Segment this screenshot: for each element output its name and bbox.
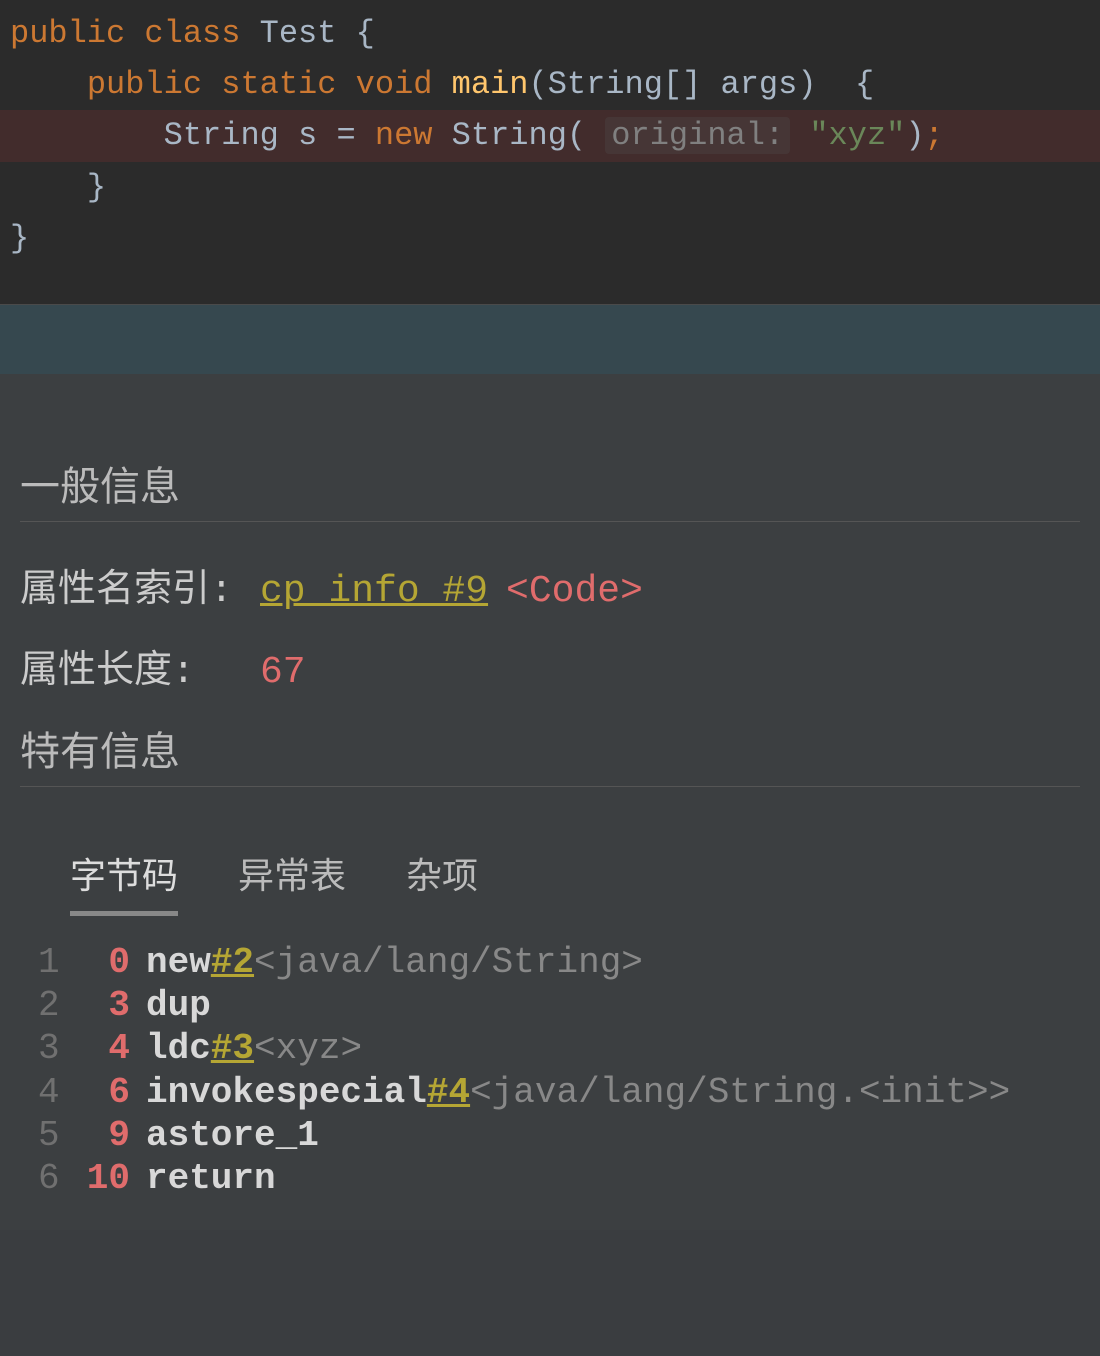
attr-length-value: 67 <box>260 651 306 694</box>
param-hint: original: <box>605 117 790 154</box>
tab-exception-table[interactable]: 异常表 <box>238 847 346 916</box>
bytecode-row[interactable]: 34ldc #3 <xyz> <box>20 1027 1080 1070</box>
attr-name-index-row: 属性名索引: cp_info #9 <Code> <box>20 557 1080 613</box>
cp-ref-link[interactable]: #3 <box>211 1027 254 1070</box>
divider-bar <box>0 304 1100 374</box>
cp-ref-link[interactable]: #2 <box>211 941 254 984</box>
code-line-3: String s = new String( original: "xyz"); <box>0 110 1100 161</box>
tabs: 字节码 异常表 杂项 <box>20 847 1080 916</box>
bytecode-list: 10new #2 <java/lang/String> 23dup 34ldc … <box>20 941 1080 1200</box>
specific-info-header: 特有信息 <box>20 719 1080 787</box>
code-tag: <Code> <box>506 570 643 613</box>
general-info-header: 一般信息 <box>20 454 1080 522</box>
bytecode-row[interactable]: 610return <box>20 1157 1080 1200</box>
bytecode-row[interactable]: 23dup <box>20 984 1080 1027</box>
code-editor[interactable]: public class Test { public static void m… <box>0 0 1100 304</box>
attr-length-label: 属性长度: <box>20 638 260 694</box>
code-line-4: } <box>0 162 1100 213</box>
attr-name-index-label: 属性名索引: <box>20 557 260 613</box>
cp-ref-link[interactable]: #4 <box>427 1071 470 1114</box>
info-panel: 一般信息 属性名索引: cp_info #9 <Code> 属性长度: 67 特… <box>0 374 1100 1230</box>
cp-info-link[interactable]: cp_info #9 <box>260 570 488 613</box>
code-line-2: public static void main(String[] args) { <box>0 59 1100 110</box>
tab-misc[interactable]: 杂项 <box>406 847 478 916</box>
bytecode-row[interactable]: 59astore_1 <box>20 1114 1080 1157</box>
tab-bytecode[interactable]: 字节码 <box>70 847 178 916</box>
code-line-1: public class Test { <box>0 8 1100 59</box>
code-line-5: } <box>0 213 1100 264</box>
bytecode-row[interactable]: 10new #2 <java/lang/String> <box>20 941 1080 984</box>
bytecode-row[interactable]: 46invokespecial #4 <java/lang/String.<in… <box>20 1071 1080 1114</box>
attr-length-row: 属性长度: 67 <box>20 638 1080 694</box>
